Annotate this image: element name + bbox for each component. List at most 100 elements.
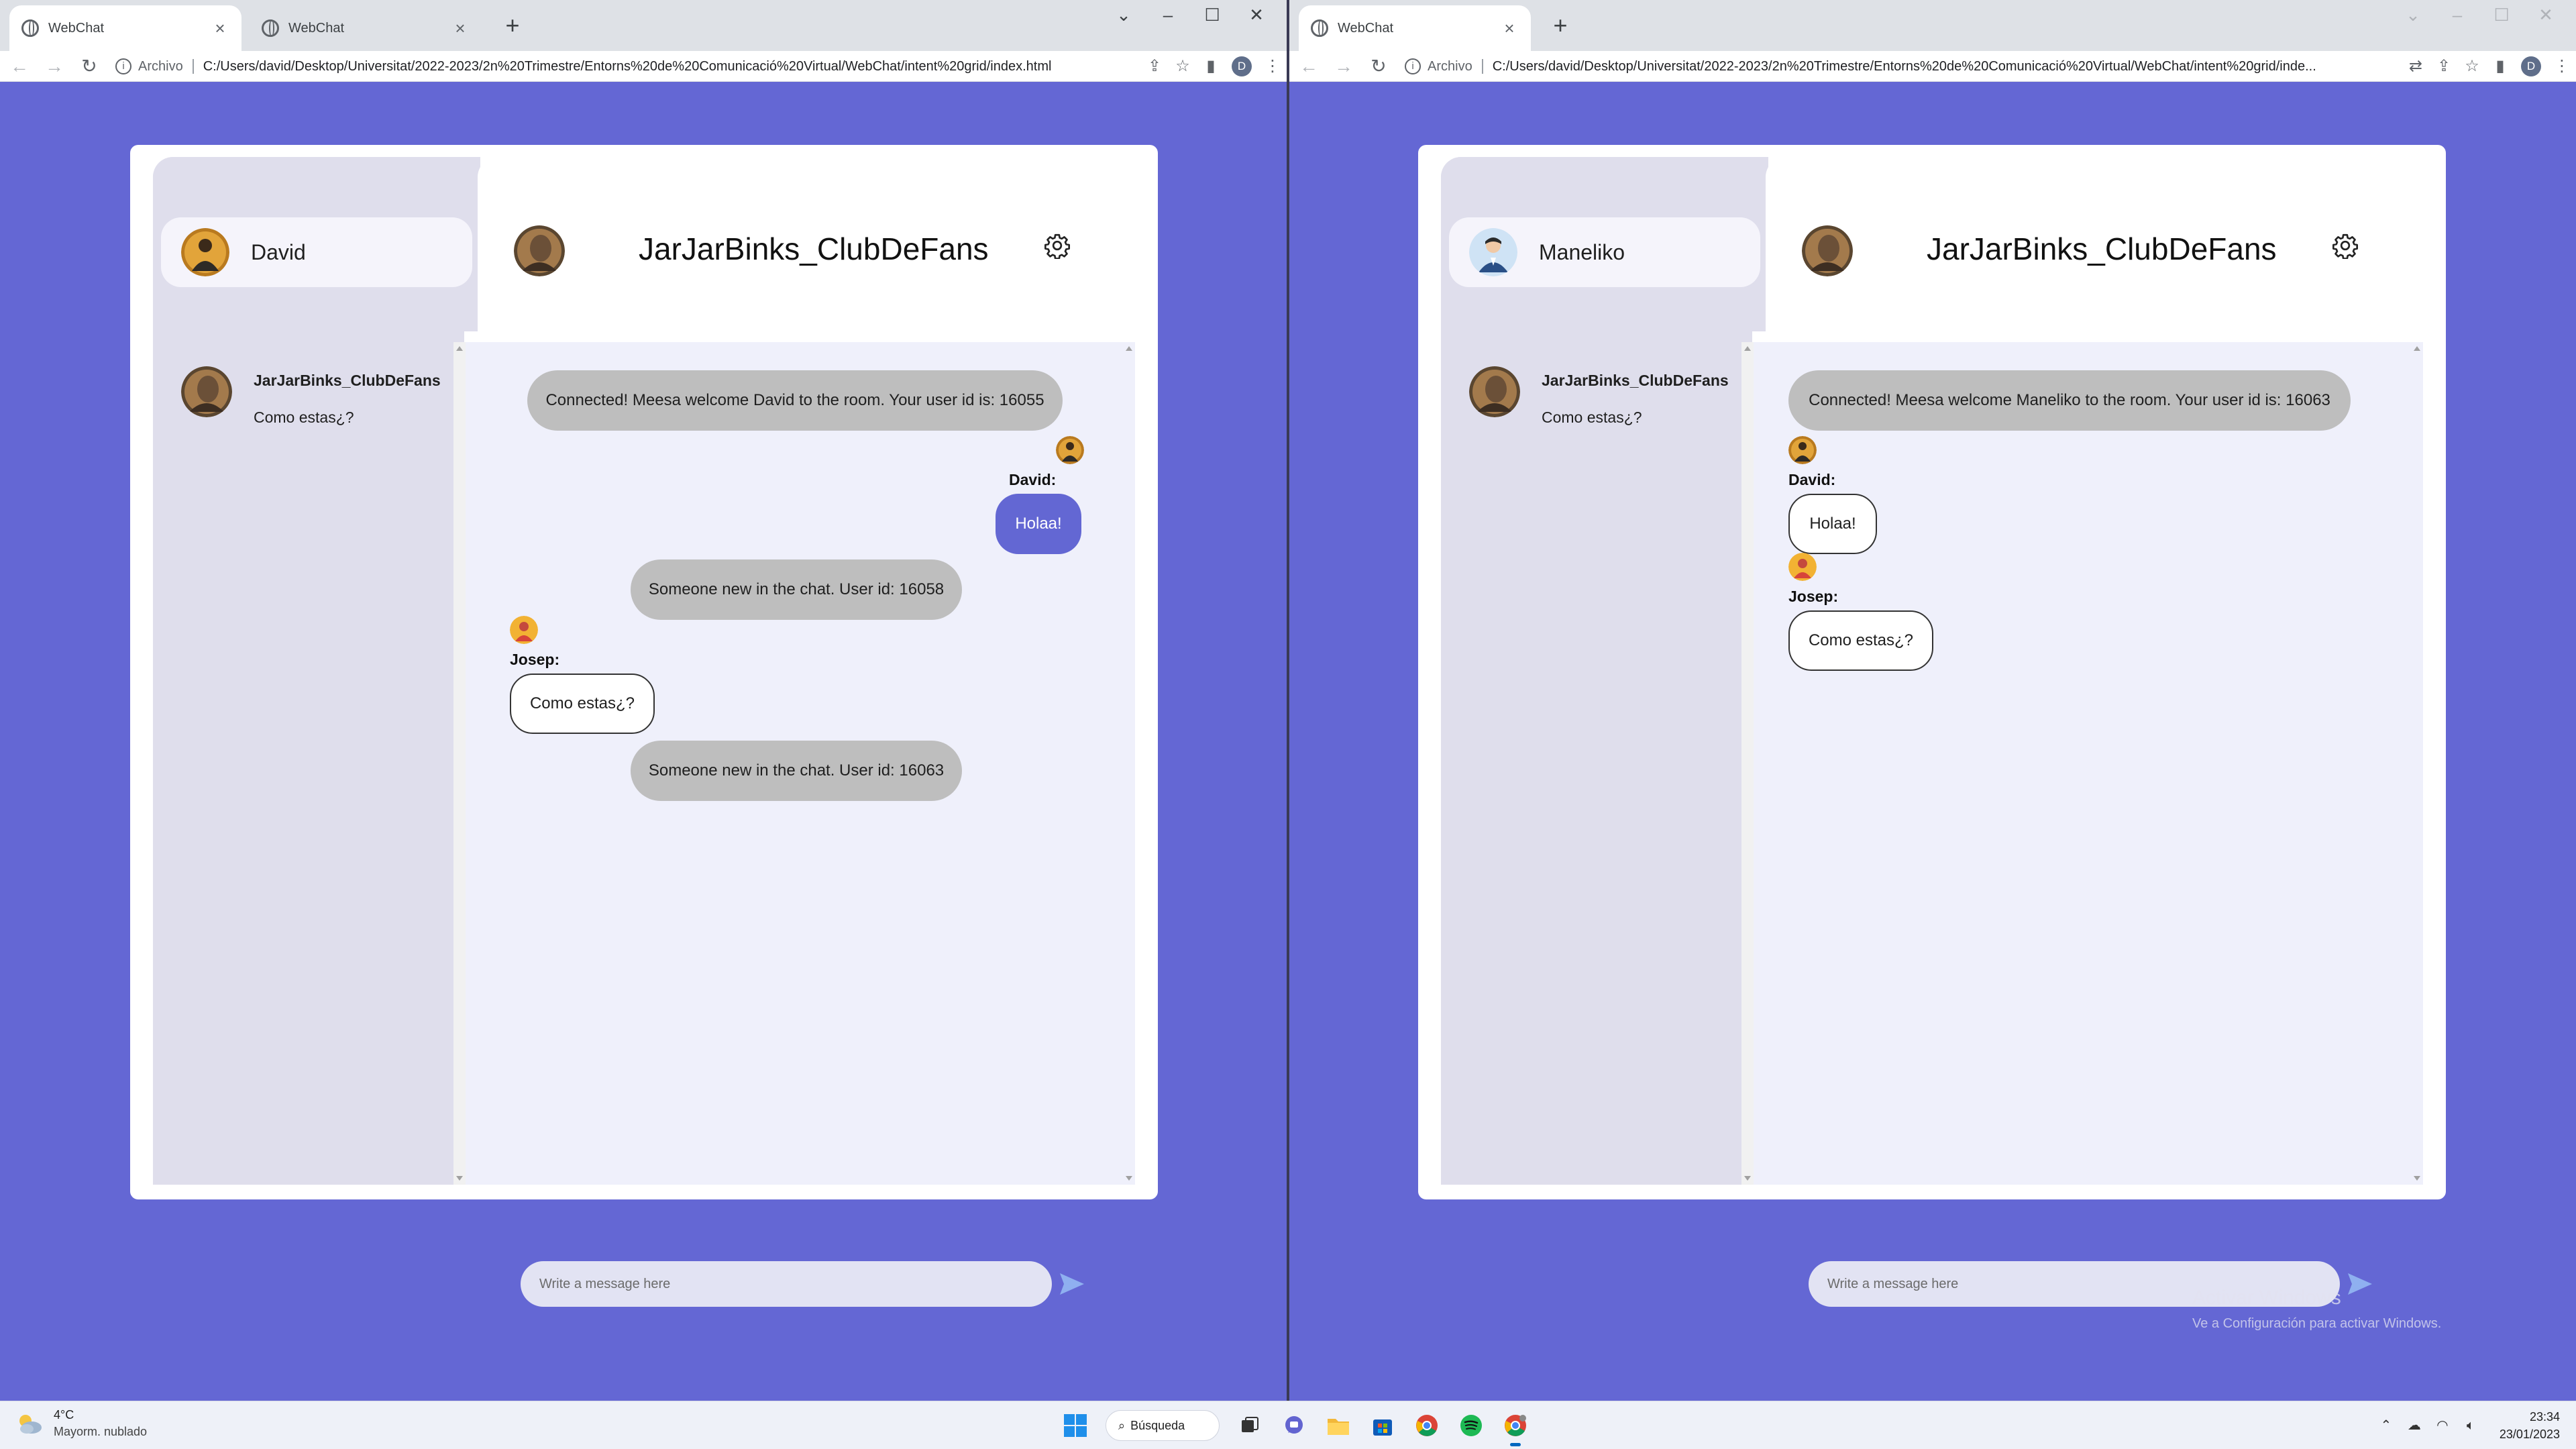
maximize-icon[interactable]: ☐ xyxy=(2479,0,2524,30)
address-url[interactable]: C:/Users/david/Desktop/Universitat/2022-… xyxy=(1493,59,2316,74)
message-text: Como estas¿? xyxy=(529,694,635,712)
close-tab-icon[interactable]: × xyxy=(451,18,470,39)
current-user-card[interactable]: Maneliko xyxy=(1449,217,1760,287)
share-icon[interactable]: ⇪ xyxy=(2430,53,2458,80)
clock[interactable]: 23:34 23/01/2023 xyxy=(2500,1408,2560,1443)
scroll-down-arrow-icon[interactable] xyxy=(2414,1176,2420,1181)
tab-title: WebChat xyxy=(288,20,345,36)
address-bar[interactable]: i Archivo C:/Users/david/Desktop/Univers… xyxy=(1401,53,2396,80)
reload-icon[interactable]: ↻ xyxy=(74,51,105,82)
maximize-icon[interactable]: ☐ xyxy=(1190,0,1234,30)
chrome-icon xyxy=(1416,1415,1438,1436)
info-icon[interactable]: i xyxy=(115,58,131,74)
other-message-bubble: Como estas¿? xyxy=(1788,610,1933,671)
user-avatar xyxy=(1469,228,1517,276)
back-icon[interactable]: ← xyxy=(4,51,35,82)
profile-avatar[interactable]: D xyxy=(2521,56,2541,76)
kebab-menu-icon[interactable]: ⋮ xyxy=(2548,53,2576,80)
tab-title: WebChat xyxy=(1338,20,1394,36)
close-tab-icon[interactable]: × xyxy=(211,18,229,39)
browser-tab[interactable]: WebChat × xyxy=(9,5,241,51)
gear-icon[interactable] xyxy=(1044,232,1071,259)
sender-name: David: xyxy=(1009,471,1057,488)
teams-chat-icon xyxy=(1285,1416,1303,1434)
side-panel-icon[interactable]: ▮ xyxy=(1197,53,1225,80)
current-user-card[interactable]: David xyxy=(161,217,472,287)
volume-icon[interactable]: 🔈︎ xyxy=(2461,1415,2481,1436)
minimize-icon[interactable]: – xyxy=(1146,0,1190,30)
onedrive-icon[interactable]: ☁ xyxy=(2404,1415,2424,1436)
message-composer[interactable] xyxy=(521,1261,1052,1307)
browser-toolbar: ← → ↻ i Archivo C:/Users/david/Desktop/U… xyxy=(1289,51,2576,82)
scroll-down-arrow-icon[interactable] xyxy=(1744,1176,1751,1181)
chevron-up-icon[interactable]: ⌃ xyxy=(2376,1415,2396,1436)
messages-scrollbar[interactable] xyxy=(1123,342,1135,1185)
taskbar-apps: ⌕ Búsqueda xyxy=(1053,1408,1538,1446)
reload-icon[interactable]: ↻ xyxy=(1363,51,1394,82)
scroll-up-arrow-icon[interactable] xyxy=(1126,346,1132,351)
browser-tab[interactable]: WebChat × xyxy=(250,5,482,51)
back-icon[interactable]: ← xyxy=(1293,51,1324,82)
clock-date: 23/01/2023 xyxy=(2499,1428,2560,1441)
windows-taskbar: 4°C Mayorm. nublado ⌕ Búsqueda ⌃ ☁ ◠ 🔈︎ … xyxy=(0,1401,2576,1449)
taskbar-search[interactable]: ⌕ Búsqueda xyxy=(1106,1410,1220,1441)
address-url[interactable]: C:/Users/david/Desktop/Universitat/2022-… xyxy=(203,59,1052,74)
chat-list-item[interactable]: JarJarBinks_ClubDeFans Como estas¿? xyxy=(1469,366,1737,427)
scroll-up-arrow-icon[interactable] xyxy=(1744,346,1751,351)
system-tray: ⌃ ☁ ◠ 🔈︎ 23:34 23/01/2023 xyxy=(2372,1407,2560,1444)
sender-avatar xyxy=(1788,436,1817,464)
system-message: Someone new in the chat. User id: 16058 xyxy=(631,559,962,620)
group-avatar xyxy=(181,366,232,417)
sender-avatar xyxy=(510,616,538,644)
scroll-down-arrow-icon[interactable] xyxy=(456,1176,463,1181)
bookmark-star-icon[interactable]: ☆ xyxy=(2458,53,2486,80)
chat-list-item[interactable]: JarJarBinks_ClubDeFans Como estas¿? xyxy=(181,366,449,427)
new-tab-icon[interactable]: + xyxy=(496,9,529,42)
close-window-icon[interactable]: ✕ xyxy=(2524,0,2568,30)
spotify-button[interactable] xyxy=(1454,1408,1489,1443)
sidebar-scrollbar[interactable] xyxy=(1741,342,1754,1185)
tab-search-icon[interactable]: ⌄ xyxy=(2391,0,2435,30)
kebab-menu-icon[interactable]: ⋮ xyxy=(1258,53,1287,80)
forward-icon[interactable]: → xyxy=(1328,51,1359,82)
task-view-button[interactable] xyxy=(1232,1408,1267,1443)
share-icon[interactable]: ⇪ xyxy=(1140,53,1169,80)
bookmark-star-icon[interactable]: ☆ xyxy=(1169,53,1197,80)
weather-widget[interactable]: 4°C Mayorm. nublado xyxy=(15,1408,147,1439)
translate-icon[interactable]: ⇄ xyxy=(2402,53,2430,80)
minimize-icon[interactable]: – xyxy=(2435,0,2479,30)
wifi-icon[interactable]: ◠ xyxy=(2432,1415,2453,1436)
send-icon[interactable] xyxy=(1059,1272,1085,1296)
spotify-icon xyxy=(1460,1415,1482,1436)
new-tab-icon[interactable]: + xyxy=(1544,9,1576,42)
gear-icon[interactable] xyxy=(2332,232,2359,259)
search-icon: ⌕ xyxy=(1118,1418,1126,1432)
scroll-down-arrow-icon[interactable] xyxy=(1126,1176,1132,1181)
scroll-up-arrow-icon[interactable] xyxy=(456,346,463,351)
close-tab-icon[interactable]: × xyxy=(1500,18,1519,39)
scroll-up-arrow-icon[interactable] xyxy=(2414,346,2420,351)
search-label: Búsqueda xyxy=(1130,1418,1185,1432)
side-panel-icon[interactable]: ▮ xyxy=(2486,53,2514,80)
profile-avatar[interactable]: D xyxy=(1232,56,1252,76)
store-button[interactable] xyxy=(1365,1408,1400,1443)
messages-scrollbar[interactable] xyxy=(2411,342,2423,1185)
room-title: JarJarBinks_ClubDeFans xyxy=(1927,231,2277,266)
chat-name: JarJarBinks_ClubDeFans xyxy=(254,372,441,389)
system-message-text: Connected! Meesa welcome Maneliko to the… xyxy=(1809,391,2330,409)
message-input[interactable] xyxy=(539,1276,1052,1292)
chrome-active-button[interactable] xyxy=(1498,1408,1533,1446)
close-window-icon[interactable]: ✕ xyxy=(1234,0,1279,30)
start-button[interactable] xyxy=(1058,1408,1093,1443)
info-icon[interactable]: i xyxy=(1405,58,1421,74)
sidebar-scrollbar[interactable] xyxy=(453,342,466,1185)
teams-chat-button[interactable] xyxy=(1277,1408,1311,1443)
chrome-button[interactable] xyxy=(1409,1408,1444,1443)
current-user-name: David xyxy=(251,239,306,264)
browser-tab[interactable]: WebChat × xyxy=(1299,5,1531,51)
address-bar[interactable]: i Archivo C:/Users/david/Desktop/Univers… xyxy=(111,53,1135,80)
file-explorer-button[interactable] xyxy=(1321,1408,1356,1443)
globe-icon xyxy=(21,19,39,37)
forward-icon[interactable]: → xyxy=(39,51,70,82)
tab-search-icon[interactable]: ⌄ xyxy=(1102,0,1146,30)
